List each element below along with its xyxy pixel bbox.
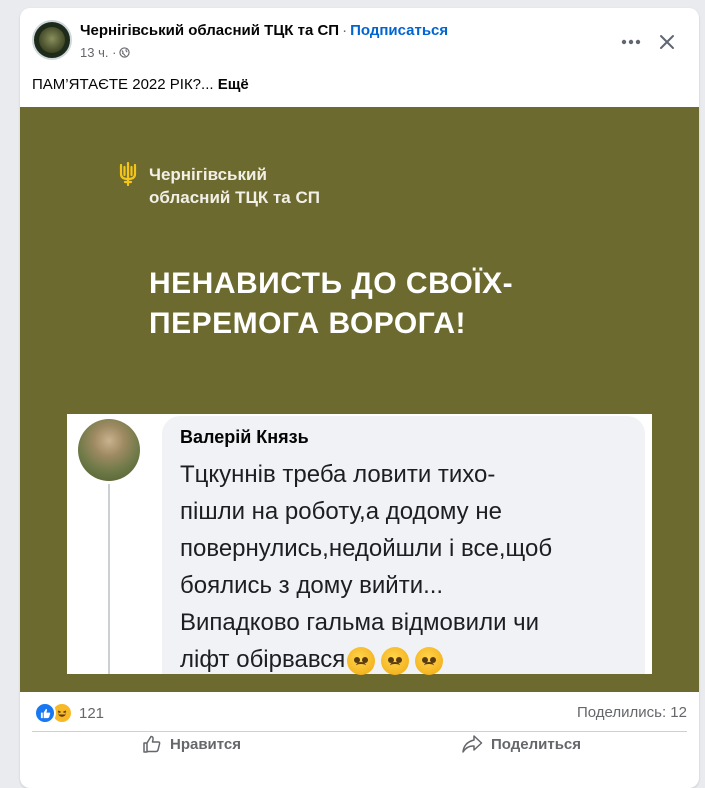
shares-count[interactable]: Поделились: 12 [577,704,687,721]
page-name-line: Чернігівський обласний ТЦК та СП · Подписа… [80,22,448,39]
commenter-avatar [78,419,140,481]
sad-face-emoji-icon [347,646,376,675]
post-text-content: ПАМ’ЯТАЄТЕ 2022 РІК?... [32,76,214,93]
image-org-title: Чернігівський обласний ТЦК та СП [149,163,320,209]
comment-line: пішли на роботу,а додому не [180,498,502,525]
headline-line2: ПЕРЕМОГА ВОРОГА! [149,307,467,340]
post-timestamp[interactable]: 13 ч. · [80,45,116,60]
sad-face-emoji-icon [415,646,444,675]
thread-line [108,484,110,674]
actions-divider [32,731,687,732]
like-label: Нравится [170,735,242,753]
image-org-line2: обласний ТЦК та СП [149,188,320,207]
thumbs-up-icon [143,735,161,753]
comment-line: Випадково гальма відмовили чи [180,609,540,636]
post-header: Чернігівський обласний ТЦК та СП · Подписа… [32,20,687,64]
image-org-line1: Чернігівський [149,165,267,184]
commenter-name: Валерій Князь [180,427,309,447]
more-options-button[interactable] [617,28,645,56]
comment-line-last: ліфт обірвався [180,641,552,678]
trident-logo-icon [119,162,137,186]
comment-line: повернулись,недойшли і все,щоб [180,535,553,562]
comment-line: Тцкуннів треба ловити тихо- [180,461,496,488]
image-headline: НЕНАВИСТЬ ДО СВОЇХ- ПЕРЕМОГА ВОРОГА! [149,264,513,344]
post-meta: 13 ч. · [80,45,131,60]
close-button[interactable] [653,28,681,56]
emoji-row [347,646,449,675]
reactions-summary[interactable]: 121 [34,702,105,724]
more-dots-icon [621,39,641,45]
facebook-post-card: Чернігівський обласний ТЦК та СП · Подписа… [20,8,699,788]
comment-bubble: Валерій Князь Тцкуннів треба ловити тихо… [162,416,645,675]
comment-text: Тцкуннів треба ловити тихо- пішли на роб… [180,456,552,678]
comment-line: ліфт обірвався [180,646,346,673]
like-reaction-icon [34,702,56,724]
comment-line: боялись з дому вийти... [180,572,444,599]
page-name-link[interactable]: Чернігівський обласний ТЦК та СП [80,22,339,39]
post-image[interactable]: Чернігівський обласний ТЦК та СП НЕНАВИС… [20,107,699,692]
headline-line1: НЕНАВИСТЬ ДО СВОЇХ- [149,267,514,300]
post-text: ПАМ’ЯТАЄТЕ 2022 РІК?... Ещё [32,76,249,93]
subscribe-button[interactable]: Подписаться [350,22,448,39]
sad-face-emoji-icon [381,646,410,675]
reaction-count: 121 [79,704,105,722]
close-icon [660,35,674,49]
like-button[interactable]: Нравится [142,733,241,755]
page-emblem-icon [39,27,65,53]
share-label: Поделиться [491,735,582,753]
globe-icon [119,47,131,58]
page-avatar[interactable] [32,20,72,60]
share-arrow-icon [462,735,483,753]
comment-screenshot: Валерій Князь Тцкуннів треба ловити тихо… [67,414,652,675]
name-separator: · [342,22,348,39]
share-button[interactable]: Поделиться [461,733,581,755]
see-more-link[interactable]: Ещё [218,76,249,93]
